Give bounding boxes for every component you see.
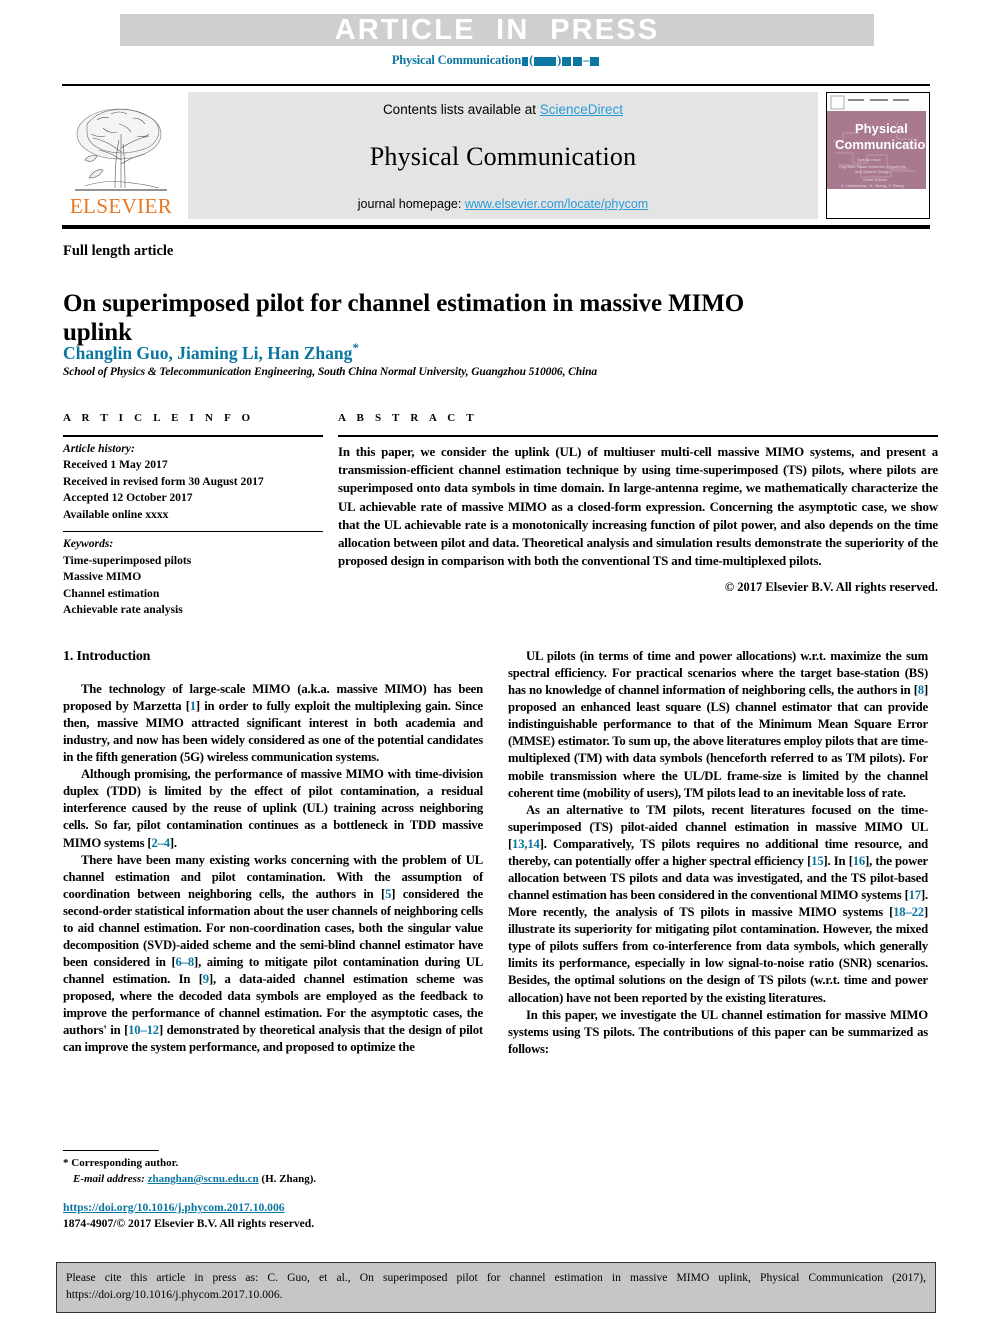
- article-info-heading: A R T I C L E I N F O: [63, 412, 255, 424]
- paragraph: The technology of large-scale MIMO (a.k.…: [63, 681, 483, 765]
- svg-text:Physical: Physical: [855, 121, 908, 136]
- corresponding-author-marker: *: [352, 340, 359, 355]
- paragraph: UL pilots (in terms of time and power al…: [508, 649, 928, 800]
- page-block-icon-3: [590, 56, 600, 66]
- journal-cover-image: Physical Communication Special Issue Cog…: [827, 93, 929, 217]
- article-in-press-label: ARTICLE IN PRESS: [334, 13, 660, 46]
- doi-block: https://doi.org/10.1016/j.phycom.2017.10…: [63, 1200, 314, 1233]
- keywords-label: Keywords:: [63, 537, 114, 551]
- body-column-right: UL pilots (in terms of time and power al…: [508, 648, 928, 1058]
- journal-masthead: ELSEVIER Contents lists available at Sci…: [62, 84, 930, 229]
- issn-copyright-line: 1874-4907/© 2017 Elsevier B.V. All right…: [63, 1217, 315, 1231]
- keyword-item: Achievable rate analysis: [63, 603, 183, 617]
- abstract-heading: A B S T R A C T: [338, 412, 478, 424]
- history-item: Received 1 May 2017: [63, 458, 168, 472]
- elsevier-logo: ELSEVIER: [62, 92, 180, 219]
- svg-text:and System Design: and System Design: [855, 169, 890, 174]
- email-suffix: (H. Zhang).: [261, 1172, 317, 1185]
- affiliation: School of Physics & Telecommunication En…: [63, 366, 598, 378]
- corresponding-author-line: * Corresponding author.: [63, 1157, 179, 1169]
- article-type-label: Full length article: [63, 243, 174, 259]
- paragraph: As an alternative to TM pilots, recent l…: [508, 802, 928, 1005]
- paragraph: In this paper, we investigate the UL cha…: [508, 1007, 928, 1056]
- email-label: E-mail address:: [73, 1172, 145, 1185]
- history-item: Received in revised form 30 August 2017: [63, 474, 264, 488]
- article-history: Article history: Received 1 May 2017 Rec…: [63, 437, 323, 523]
- history-item: Available online xxxx: [63, 507, 169, 521]
- sciencedirect-banner: Contents lists available at ScienceDirec…: [188, 92, 818, 219]
- running-head-journal: Physical Communication: [391, 53, 522, 67]
- page-block-icon: [562, 56, 572, 66]
- article-history-label: Article history:: [63, 442, 135, 455]
- paragraph: There have been many existing works conc…: [63, 852, 484, 1055]
- contents-lists-line: Contents lists available at ScienceDirec…: [383, 102, 623, 117]
- issue-block-icon: [522, 56, 529, 66]
- email-line: E-mail address: zhanghan@scnu.edu.cn (H.…: [63, 1172, 483, 1188]
- citation-footer: Please cite this article in press as: C.…: [56, 1262, 936, 1313]
- article-info-block: A R T I C L E I N F O Article history: R…: [63, 412, 323, 619]
- footnote-rule: [63, 1150, 159, 1151]
- author-list: Changlin Guo, Jiaming Li, Han Zhang*: [63, 340, 359, 364]
- page-title: On superimposed pilot for channel estima…: [63, 289, 745, 347]
- svg-text:Guest Editors: Guest Editors: [863, 177, 887, 182]
- doi-link[interactable]: https://doi.org/10.1016/j.phycom.2017.10…: [63, 1201, 285, 1214]
- corresponding-author-note: * Corresponding author. E-mail address: …: [63, 1156, 483, 1188]
- author-names: Changlin Guo, Jiaming Li, Han Zhang: [63, 342, 353, 363]
- journal-homepage-line: journal homepage: www.elsevier.com/locat…: [358, 197, 648, 211]
- year-block-icon: [534, 56, 557, 66]
- section-heading-introduction: 1. Introduction: [63, 649, 151, 664]
- journal-title: Physical Communication: [369, 142, 637, 171]
- abstract-text: In this paper, we consider the uplink (U…: [338, 445, 938, 569]
- history-item: Accepted 12 October 2017: [63, 491, 193, 505]
- copyright-line: © 2017 Elsevier B.V. All rights reserved…: [724, 580, 938, 595]
- sciencedirect-link[interactable]: ScienceDirect: [540, 102, 623, 117]
- page-block-icon-2: [573, 56, 583, 66]
- keywords-block: Keywords: Time-superimposed pilots Massi…: [63, 532, 323, 618]
- journal-homepage-prefix: journal homepage:: [357, 197, 465, 211]
- journal-running-head: Physical Communication() –: [0, 53, 992, 68]
- article-in-press-banner: ARTICLE IN PRESS: [120, 14, 874, 46]
- svg-text:Special Issue: Special Issue: [857, 157, 882, 162]
- contents-lists-prefix: Contents lists available at: [382, 102, 540, 117]
- citation-footer-text: Please cite this article in press as: C.…: [66, 1271, 926, 1301]
- keyword-item: Channel estimation: [63, 586, 160, 600]
- keyword-item: Massive MIMO: [63, 570, 142, 584]
- body-column-left: 1. Introduction The technology of large-…: [63, 648, 483, 1057]
- svg-text:Communication: Communication: [835, 137, 926, 152]
- email-link[interactable]: zhanghan@scnu.edu.cn: [148, 1173, 259, 1185]
- abstract-block: A B S T R A C T In this paper, we consid…: [338, 412, 938, 595]
- keyword-item: Time-superimposed pilots: [63, 553, 192, 567]
- journal-cover-thumbnail: Physical Communication Special Issue Cog…: [826, 92, 930, 219]
- paragraph: Although promising, the performance of m…: [63, 767, 483, 850]
- footnote-block: * Corresponding author. E-mail address: …: [63, 1150, 483, 1188]
- journal-homepage-link[interactable]: www.elsevier.com/locate/phycom: [465, 197, 648, 211]
- elsevier-tree-icon: [75, 108, 167, 191]
- elsevier-wordmark: ELSEVIER: [69, 194, 173, 218]
